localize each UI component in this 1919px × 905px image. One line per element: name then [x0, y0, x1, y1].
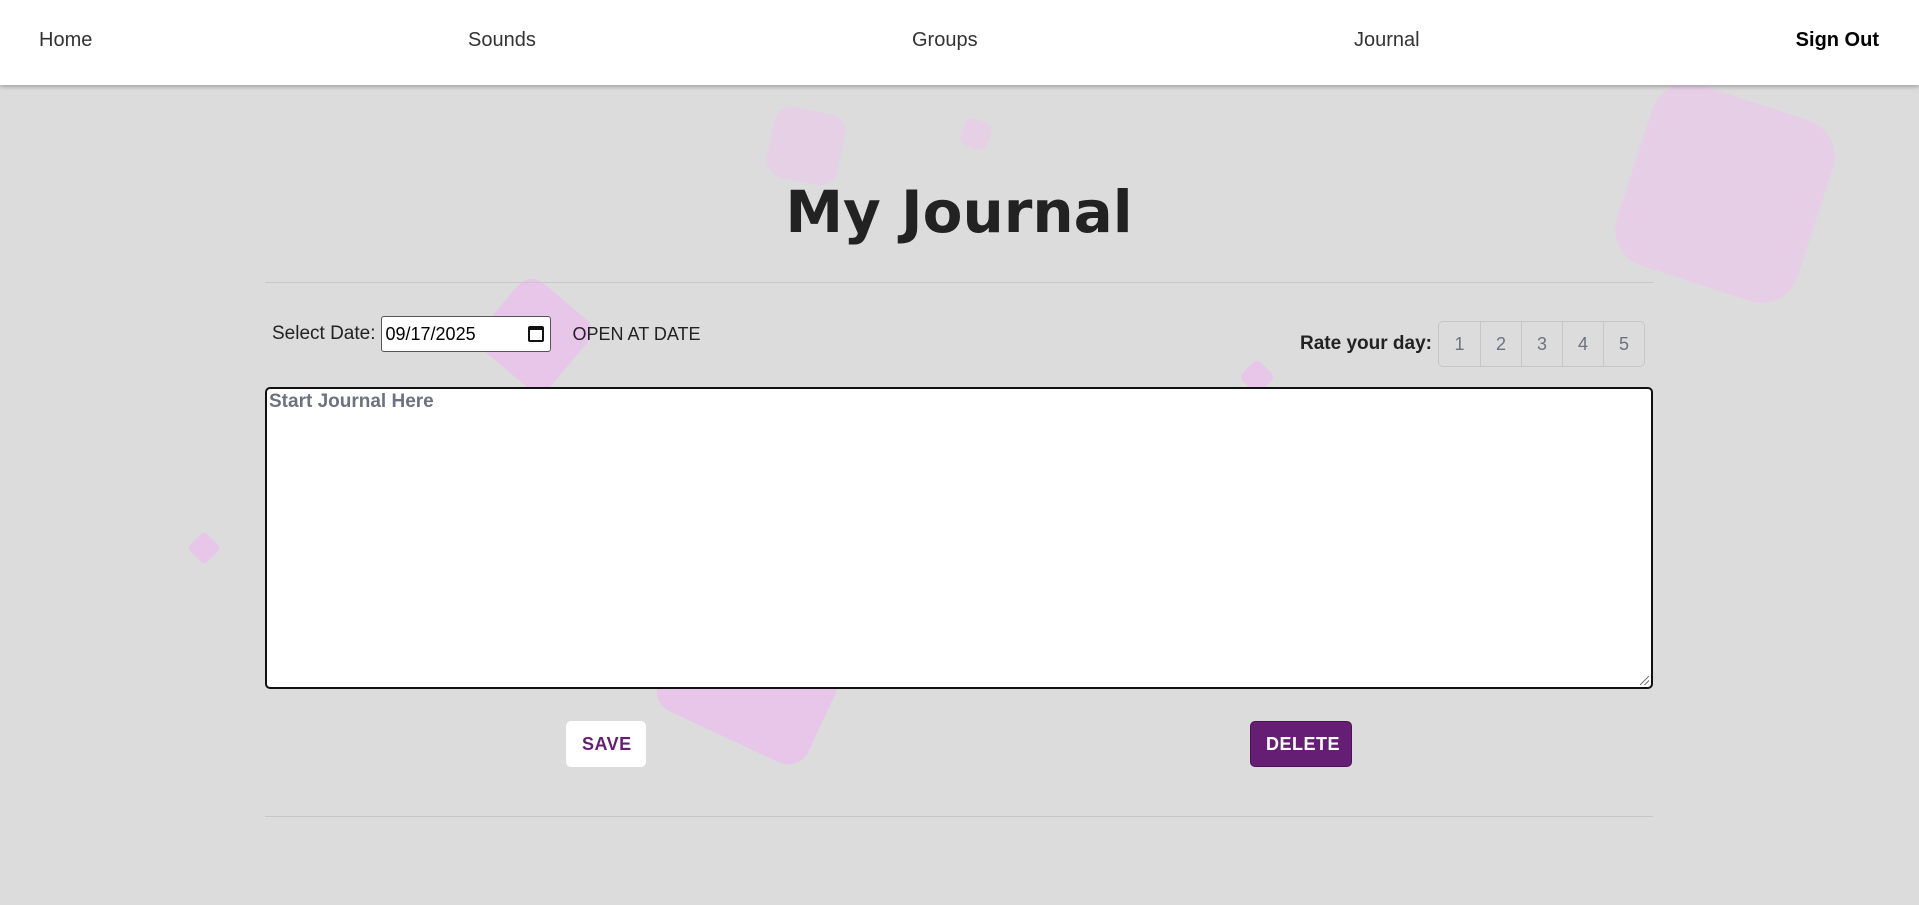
date-value: 09/17/2025 — [385, 323, 476, 344]
nav-link-home[interactable]: Home — [39, 29, 92, 52]
rating-button-3[interactable]: 3 — [1521, 322, 1562, 366]
journal-textarea[interactable] — [265, 387, 1653, 689]
resize-handle-icon[interactable] — [1640, 676, 1649, 685]
day-rating: Rate your day: 1 2 3 4 5 — [1300, 321, 1645, 367]
rating-button-1[interactable]: 1 — [1439, 322, 1480, 366]
nav-link-journal[interactable]: Journal — [1354, 29, 1420, 52]
nav-link-groups[interactable]: Groups — [912, 29, 978, 52]
calendar-icon[interactable] — [527, 326, 544, 342]
save-button[interactable]: SAVE — [566, 721, 646, 767]
date-label: Select Date: — [272, 323, 376, 344]
date-input[interactable]: 09/17/2025 — [380, 316, 551, 352]
sign-out-link[interactable]: Sign Out — [1796, 29, 1879, 52]
rating-button-5[interactable]: 5 — [1603, 322, 1644, 366]
top-navbar: Home Sounds Groups Journal Sign Out — [0, 0, 1919, 85]
decorative-shape — [763, 103, 849, 189]
open-at-date-button[interactable]: OPEN AT DATE — [573, 324, 701, 345]
delete-button[interactable]: DELETE — [1250, 721, 1352, 767]
page-title: My Journal — [785, 178, 1133, 246]
date-selector: Select Date: 09/17/2025 OPEN AT DATE — [272, 316, 701, 352]
divider — [265, 816, 1653, 817]
nav-link-sounds[interactable]: Sounds — [468, 29, 536, 52]
rating-label: Rate your day: — [1300, 333, 1432, 354]
decorative-shape — [187, 531, 221, 565]
rating-button-group: 1 2 3 4 5 — [1438, 321, 1645, 367]
decorative-shape — [958, 116, 994, 152]
rating-button-4[interactable]: 4 — [1562, 322, 1603, 366]
divider — [265, 282, 1653, 283]
rating-button-2[interactable]: 2 — [1480, 322, 1521, 366]
